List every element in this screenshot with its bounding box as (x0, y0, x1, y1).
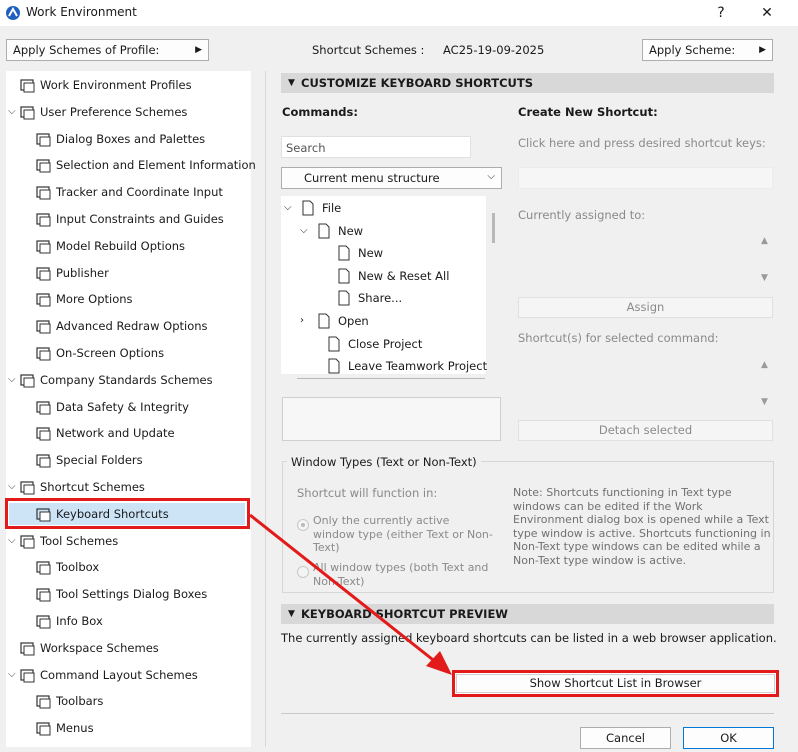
annotation-arrow (249, 513, 452, 675)
